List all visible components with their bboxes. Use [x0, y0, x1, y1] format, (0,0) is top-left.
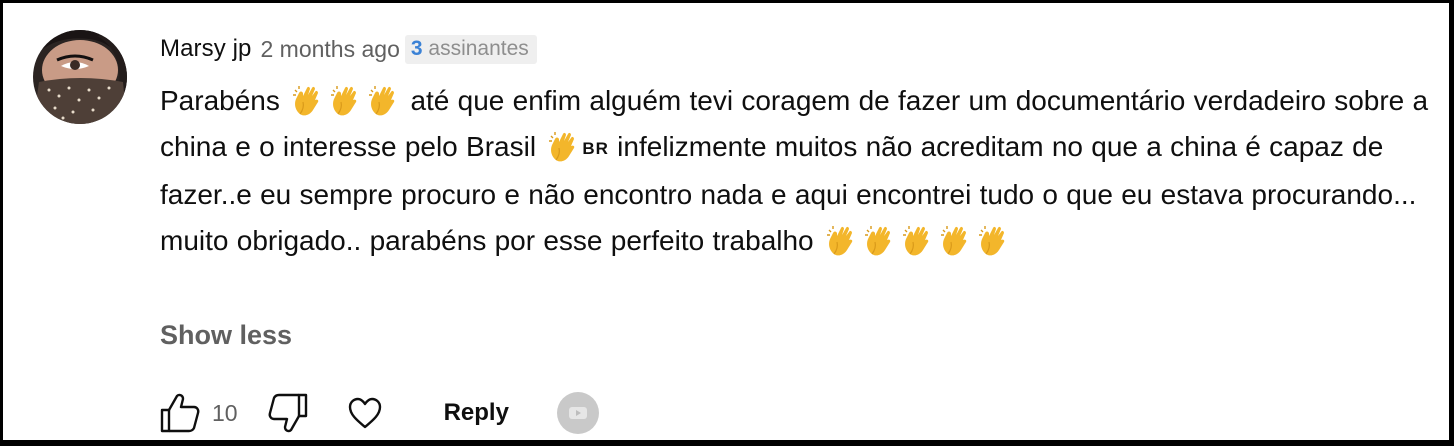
clapping-hands-icon: [367, 84, 399, 116]
subscriber-badge: 3 assinantes: [404, 34, 537, 64]
comment-card: Marsy jp 2 months ago 3 assinantes Parab…: [3, 3, 1449, 440]
comment-actions: 10 Reply: [158, 389, 599, 437]
heart-button[interactable]: [346, 394, 384, 432]
comment-header: Marsy jp 2 months ago 3 assinantes: [160, 32, 1430, 66]
clapping-hands-icon: [863, 224, 895, 256]
subscriber-count: 3: [410, 36, 423, 60]
subscriber-label: assinantes: [428, 36, 529, 60]
thumbs-down-icon: [268, 393, 307, 433]
clapping-hands-icon: [939, 224, 971, 256]
author-name[interactable]: Marsy jp: [160, 35, 251, 63]
flag-br-icon: BR: [582, 139, 609, 158]
clapping-hands-icon: [825, 224, 857, 256]
thumbs-up-icon: [160, 393, 200, 433]
show-less-button[interactable]: Show less: [160, 320, 292, 351]
clapping-hands-icon: [329, 84, 361, 116]
reply-button[interactable]: Reply: [444, 399, 509, 427]
author-avatar[interactable]: [33, 30, 127, 124]
comment-text: Parabéns até que enfim alguém tevi corag…: [160, 78, 1430, 264]
clapping-hands-icon: [291, 84, 323, 116]
comment-timestamp[interactable]: 2 months ago: [260, 36, 399, 63]
comment-text-part1: Parabéns: [160, 85, 280, 116]
dislike-button[interactable]: [266, 391, 310, 435]
creator-heart-avatar: [556, 392, 599, 434]
like-count: 10: [212, 399, 238, 426]
heart-icon: [348, 397, 381, 429]
clapping-hands-icon: [977, 224, 1009, 256]
comment-body: Marsy jp 2 months ago 3 assinantes Parab…: [160, 32, 1430, 264]
clapping-hands-icon: [547, 130, 579, 162]
clapping-hands-icon: [901, 224, 933, 256]
like-button[interactable]: [158, 391, 202, 435]
play-logo-icon: [568, 407, 587, 419]
